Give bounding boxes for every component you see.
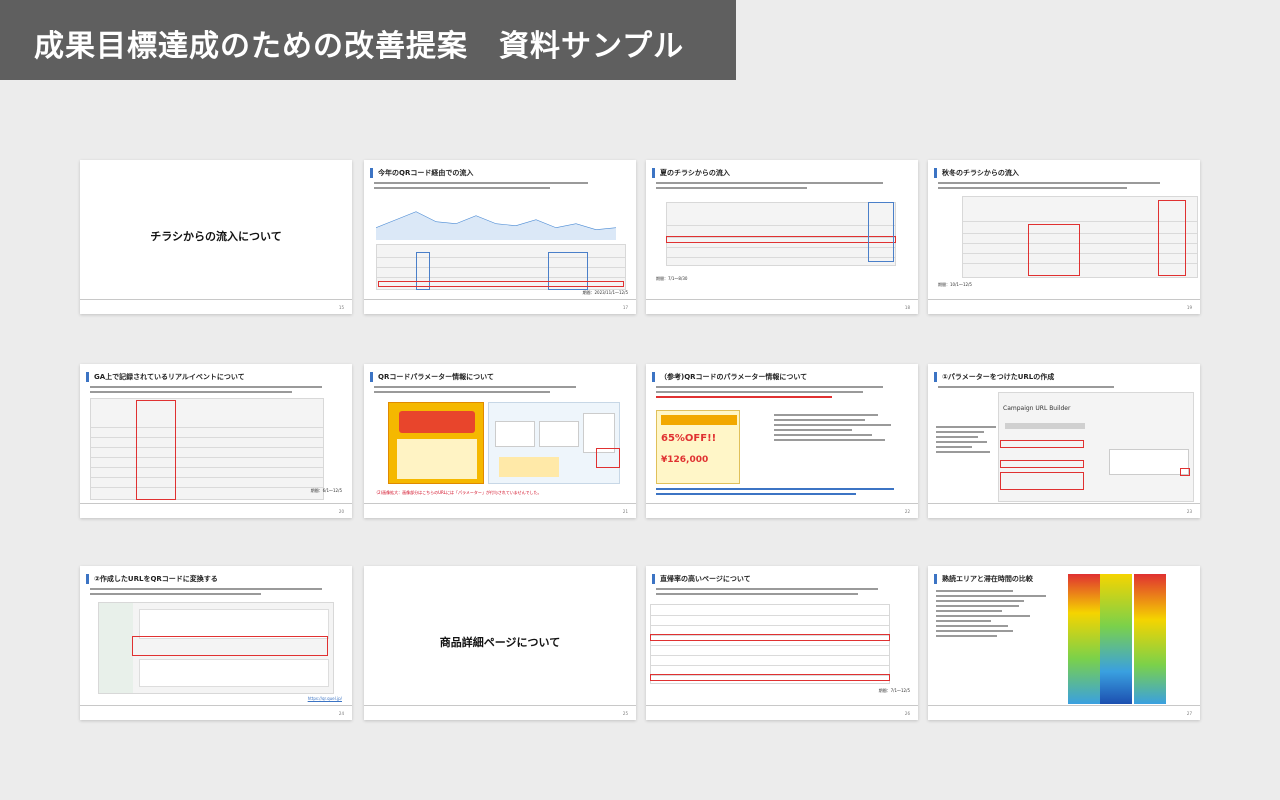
slide-title: GA上で記録されているリアルイベントについて — [86, 372, 348, 382]
footer-rule — [928, 705, 1200, 706]
highlight-box — [868, 202, 894, 262]
footer-rule — [80, 299, 352, 300]
slide-title: 今年のQRコード経由での流入 — [370, 168, 632, 178]
footer-rule — [364, 705, 636, 706]
slide-page-number: 22 — [904, 509, 910, 514]
footer-rule — [646, 299, 918, 300]
slide-title: QRコードパラメーター情報について — [370, 372, 632, 382]
caption-note: （2)画像拡大：画像部分はこちらのURLには「パラメーター」が付与されていません… — [374, 490, 542, 495]
price-text: ¥126,000 — [661, 455, 709, 465]
slide-text-lines — [374, 386, 626, 396]
slide-page-number: 26 — [904, 711, 910, 716]
highlight-box — [666, 236, 896, 243]
slide-thumbnail[interactable]: 商品詳細ページについて 25 — [364, 566, 636, 720]
line-chart-image — [376, 211, 617, 240]
footer-rule — [80, 503, 352, 504]
footer-rule — [928, 503, 1200, 504]
highlight-box — [136, 400, 176, 500]
highlight-box — [1000, 460, 1084, 468]
slide-text-lines — [936, 426, 996, 456]
slide-text-lines — [774, 414, 904, 444]
slide-thumbnail[interactable]: （参考)QRコードのパラメーター情報について 65%OFF!! ¥126,000… — [646, 364, 918, 518]
slide-thumbnail[interactable]: チラシからの流入について 15 — [80, 160, 352, 314]
slide-title: 夏のチラシからの流入 — [652, 168, 914, 178]
slide-thumbnail[interactable]: 秋冬のチラシからの流入 期間：10/1〜12/5 19 — [928, 160, 1200, 314]
slide-text-lines — [656, 588, 908, 598]
slide-text-lines — [656, 386, 908, 401]
pages-table-image — [650, 604, 890, 684]
period-note: 期間：7/1〜12/5 — [878, 688, 910, 693]
slide-section-title: チラシからの流入について — [150, 230, 282, 243]
period-note: 期間：6/1〜12/5 — [310, 488, 342, 493]
slide-page-number: 17 — [622, 305, 628, 310]
slide-thumbnail[interactable]: 熟読エリアと滞在時間の比較 27 — [928, 566, 1200, 720]
slide-text-lines — [90, 588, 342, 598]
highlight-box — [1158, 200, 1186, 276]
slide-section-title: 商品詳細ページについて — [439, 636, 561, 649]
flyer-image — [388, 402, 484, 484]
footer-rule — [364, 299, 636, 300]
flyer-image: 65%OFF!! ¥126,000 — [656, 410, 740, 484]
highlight-box — [1180, 468, 1190, 476]
highlight-box — [132, 636, 328, 656]
slide-page-number: 15 — [338, 305, 344, 310]
slide-text-lines — [936, 590, 1046, 640]
event-table-image — [90, 398, 324, 500]
slide-page-number: 21 — [622, 509, 628, 514]
footer-rule — [646, 705, 918, 706]
slide-title: ①パラメーターをつけたURLの作成 — [934, 372, 1196, 382]
slide-title: 直帰率の高いページについて — [652, 574, 914, 584]
footer-rule — [80, 705, 352, 706]
highlight-box — [650, 674, 890, 681]
slide-text-lines — [374, 182, 626, 192]
slide-title: （参考)QRコードのパラメーター情報について — [652, 372, 914, 382]
slide-title: 秋冬のチラシからの流入 — [934, 168, 1196, 178]
footer-rule — [646, 503, 918, 504]
highlight-box — [1000, 440, 1084, 448]
slide-page-number: 24 — [338, 711, 344, 716]
flyer-image — [488, 402, 620, 484]
analytics-table-image — [666, 202, 896, 266]
highlight-box — [596, 448, 620, 468]
discount-text: 65%OFF!! — [661, 433, 717, 444]
qr-tool-link[interactable]: https://qr.quel.jp/ — [308, 696, 342, 701]
slide-page-number: 27 — [1186, 711, 1192, 716]
slide-page-number: 25 — [622, 711, 628, 716]
footer-rule — [928, 299, 1200, 300]
heatmap-image — [1068, 574, 1100, 704]
slide-thumbnail[interactable]: ②作成したURLをQRコードに変換する https://qr.quel.jp/ … — [80, 566, 352, 720]
tool-title: Campaign URL Builder — [1003, 405, 1071, 412]
period-note: 期間：10/1〜12/5 — [938, 282, 972, 287]
highlight-box — [650, 634, 890, 641]
slide-text-lines — [938, 386, 1190, 391]
slide-text-lines — [656, 182, 908, 192]
slide-page-number: 20 — [338, 509, 344, 514]
period-note: 期間：2023/11/1〜12/5 — [582, 290, 629, 295]
highlight-box — [1000, 472, 1084, 490]
slide-text-lines — [938, 182, 1190, 192]
slide-page-number: 18 — [904, 305, 910, 310]
slide-text-lines — [656, 488, 906, 498]
slide-title: ②作成したURLをQRコードに変換する — [86, 574, 348, 584]
slide-thumbnail[interactable]: 夏のチラシからの流入 期間：7/1〜8/30 18 — [646, 160, 918, 314]
highlight-box — [378, 281, 624, 287]
heatmap-image — [1134, 574, 1166, 704]
slide-thumbnail[interactable]: GA上で記録されているリアルイベントについて 期間：6/1〜12/5 20 — [80, 364, 352, 518]
footer-rule — [364, 503, 636, 504]
slide-thumbnail[interactable]: 直帰率の高いページについて 期間：7/1〜12/5 26 — [646, 566, 918, 720]
highlight-box — [1028, 224, 1080, 276]
slide-text-lines — [90, 386, 342, 396]
heatmap-image — [1100, 574, 1132, 704]
page-banner-title: 成果目標達成のための改善提案 資料サンプル — [0, 0, 736, 80]
slide-page-number: 19 — [1186, 305, 1192, 310]
period-note: 期間：7/1〜8/30 — [656, 276, 688, 281]
slide-thumbnail[interactable]: ①パラメーターをつけたURLの作成 Campaign URL Builder 2… — [928, 364, 1200, 518]
slide-page-number: 23 — [1186, 509, 1192, 514]
slide-thumbnail[interactable]: 今年のQRコード経由での流入 期間：2023/11/1〜12/5 17 — [364, 160, 636, 314]
slide-thumbnail[interactable]: QRコードパラメーター情報について （2)画像拡大：画像部分はこちらのURLには… — [364, 364, 636, 518]
